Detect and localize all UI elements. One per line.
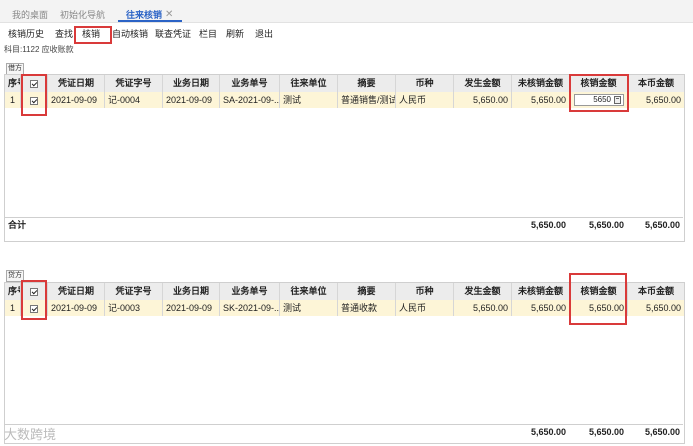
row-index: 1 xyxy=(5,300,21,316)
tab-bar: 我的桌面 初始化导航 往来核销 ✕ xyxy=(0,0,693,23)
col-voucher-date: 凭证日期 xyxy=(48,283,105,300)
summary: 普通收款 xyxy=(338,300,396,316)
col-summary: 摘要 xyxy=(338,283,396,300)
row-index: 1 xyxy=(5,92,21,108)
currency: 人民币 xyxy=(396,92,454,108)
find-button[interactable]: 查找 xyxy=(55,28,73,40)
col-base: 本币金额 xyxy=(637,78,674,88)
voucher-no: 记-0003 xyxy=(105,300,163,316)
annotation-box-settle xyxy=(74,26,112,44)
voucher-date: 2021-09-09 xyxy=(48,300,105,316)
col-partner: 往来单位 xyxy=(280,283,338,300)
base-amount: 5,650.00 xyxy=(645,303,681,313)
exit-button[interactable]: 退出 xyxy=(255,28,273,40)
col-voucher-date: 凭证日期 xyxy=(48,75,105,92)
col-amount: 发生金额 xyxy=(454,75,512,92)
view-voucher-button[interactable]: 联查凭证 xyxy=(155,28,191,40)
annotation-box-credit-settle xyxy=(569,273,627,325)
col-unsettled: 未核销金额 xyxy=(512,75,570,92)
total-base: 5,650.00 xyxy=(644,220,680,230)
amount: 5,650.00 xyxy=(454,92,512,108)
total-label: 合计 xyxy=(8,220,27,230)
col-currency: 币种 xyxy=(396,283,454,300)
watermark: 大数跨境 xyxy=(4,427,57,442)
debit-total-row: 合计 5,650.00 5,650.00 5,650.00 xyxy=(4,217,683,232)
tab-init-nav[interactable]: 初始化导航 xyxy=(60,8,105,22)
col-currency: 币种 xyxy=(396,75,454,92)
total-settle: 5,650.00 xyxy=(588,427,624,437)
auto-settle-button[interactable]: 自动核销 xyxy=(112,28,148,40)
biz-no: SK-2021-09-... xyxy=(220,300,280,316)
total-base: 5,650.00 xyxy=(644,427,680,437)
tab-desktop[interactable]: 我的桌面 xyxy=(12,8,48,22)
columns-button[interactable]: 栏目 xyxy=(199,28,217,40)
voucher-date: 2021-09-09 xyxy=(48,92,105,108)
partner: 测试 xyxy=(280,300,338,316)
col-voucher-no: 凭证字号 xyxy=(105,283,163,300)
col-amount: 发生金额 xyxy=(454,283,512,300)
currency: 人民币 xyxy=(396,300,454,316)
col-partner: 往来单位 xyxy=(280,75,338,92)
total-unsettled: 5,650.00 xyxy=(530,220,566,230)
annotation-box-debit-checkbox xyxy=(21,74,47,116)
base-amount: 5,650.00 xyxy=(645,95,681,105)
subject-label: 科目:1122 应收账款 xyxy=(4,45,74,54)
active-tab-indicator xyxy=(118,20,182,22)
partner: 测试 xyxy=(280,92,338,108)
history-button[interactable]: 核销历史 xyxy=(8,28,44,40)
summary: 普通销售/测试 xyxy=(338,92,396,108)
col-base: 本币金额 xyxy=(637,286,674,296)
voucher-no: 记-0004 xyxy=(105,92,163,108)
biz-date: 2021-09-09 xyxy=(163,92,220,108)
unsettled-amount: 5,650.00 xyxy=(512,92,570,108)
col-biz-date: 业务日期 xyxy=(163,283,220,300)
total-settle: 5,650.00 xyxy=(588,220,624,230)
col-idx: 序号 xyxy=(5,75,21,92)
annotation-box-debit-settle xyxy=(569,74,629,112)
amount: 5,650.00 xyxy=(454,300,512,316)
col-summary: 摘要 xyxy=(338,75,396,92)
biz-no: SA-2021-09-... xyxy=(220,92,280,108)
col-unsettled: 未核销金额 xyxy=(512,283,570,300)
annotation-box-credit-checkbox xyxy=(21,280,47,320)
credit-total-row: 5,650.00 5,650.00 5,650.00 xyxy=(4,424,683,439)
col-biz-no: 业务单号 xyxy=(220,283,280,300)
unsettled-amount: 5,650.00 xyxy=(512,300,570,316)
refresh-button[interactable]: 刷新 xyxy=(226,28,244,40)
col-biz-date: 业务日期 xyxy=(163,75,220,92)
biz-date: 2021-09-09 xyxy=(163,300,220,316)
total-unsettled: 5,650.00 xyxy=(530,427,566,437)
col-biz-no: 业务单号 xyxy=(220,75,280,92)
col-idx: 序号 xyxy=(5,283,21,300)
col-voucher-no: 凭证字号 xyxy=(105,75,163,92)
